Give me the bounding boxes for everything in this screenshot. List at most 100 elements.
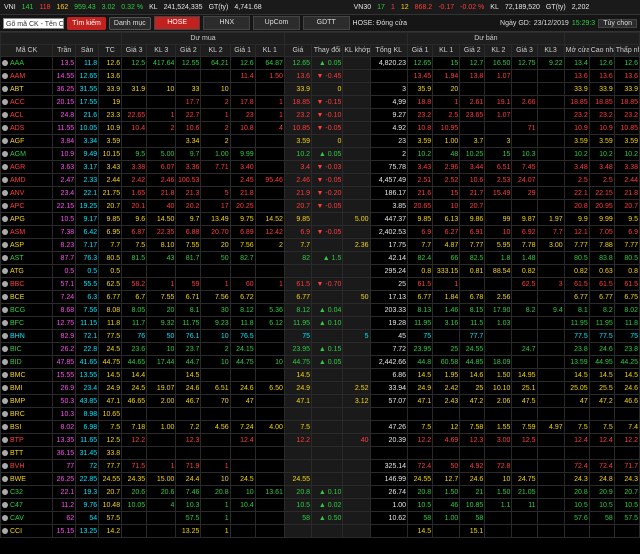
table-row[interactable]: BMC 15.55 13.55 14.5 14.4 14.5 14.5 6.86 14.5 1.9… — [0, 368, 640, 382]
search-input[interactable]: Gõ mã CK - Tên Cty... — [3, 17, 65, 29]
table-row[interactable]: ATG 0.5 0.5 0.5 295.24 0.8 333.15 0.81 88.54 0.82… — [0, 264, 640, 278]
watch-icon[interactable] — [2, 150, 8, 157]
table-row[interactable]: BMI 26.9 23.4 24.9 24.5 19.07 24.6 6.51 24.6 6.50… — [0, 381, 640, 395]
column-header[interactable]: Mã CK — [0, 44, 54, 57]
table-row[interactable]: ADS 11.55 10.05 10.9 10.4 2 10.6 2 10.8 4 10.85 ▼ -… — [0, 121, 640, 135]
watch-icon[interactable] — [2, 228, 8, 235]
watch-icon[interactable] — [2, 124, 8, 131]
table-row[interactable]: BIC 26.2 22.8 24.5 23.6 10 23.7 2 24.15 23.95 ▲ 0.… — [0, 342, 640, 356]
table-row[interactable]: AAM 14.55 12.65 13.6 11.4 1.50 13.6 ▼ -0.45 13.4… — [0, 69, 640, 83]
column-header[interactable]: KL 1 — [254, 44, 285, 57]
column-header[interactable]: Giá — [283, 44, 313, 57]
column-header[interactable]: Mở cửa — [563, 44, 590, 57]
column-header[interactable]: KL 2 — [484, 44, 513, 57]
column-header[interactable]: Giá 2 — [175, 44, 202, 57]
watch-icon[interactable] — [2, 397, 8, 404]
watch-icon[interactable] — [2, 501, 8, 508]
watch-icon[interactable] — [2, 254, 8, 261]
watch-icon[interactable] — [2, 488, 8, 495]
table-row[interactable]: BMP 50.3 43.85 47.1 46.65 2.00 46.7 70 47 47.1 3.1… — [0, 394, 640, 408]
table-row[interactable]: BTP 13.35 11.65 12.5 12.2 12.3 12.4 12.2 40 20.39… — [0, 433, 640, 447]
options-button[interactable]: Tùy chọn — [598, 18, 637, 28]
table-row[interactable]: AST 87.7 76.3 80.5 81.5 43 81.7 50 82.7 82 ▲ 1.5 42… — [0, 251, 640, 265]
column-header[interactable]: Thay đổi — [311, 44, 344, 57]
column-header[interactable]: Giá 3 — [511, 44, 538, 57]
column-header[interactable]: Trần — [52, 44, 77, 57]
watch-icon[interactable] — [2, 332, 8, 339]
watch-icon[interactable] — [2, 449, 8, 456]
table-row[interactable]: ACC 20.15 17.55 19 17.7 2 17.8 1 18.85 ▼ -0.15 4,9… — [0, 95, 640, 109]
column-header[interactable]: Sàn — [75, 44, 100, 57]
watch-icon[interactable] — [2, 215, 8, 222]
table-row[interactable]: BWE 26.25 22.85 24.55 24.35 15.00 24.4 10 24.5 24… — [0, 472, 640, 486]
table-row[interactable]: AGR 3.63 3.17 3.43 3.38 6.07 3.36 7.71 3.40 3.4 ▼ … — [0, 160, 640, 174]
column-header[interactable]: KL 3 — [146, 44, 177, 57]
table-row[interactable]: CCI 15.15 13.25 14.2 13.25 1 14.5 15.1 — [0, 524, 640, 538]
table-row[interactable]: C47 11.2 9.76 10.48 10.05 4 10.3 1 10.4 10.5 ▲ 0.0… — [0, 498, 640, 512]
watch-icon[interactable] — [2, 436, 8, 443]
table-row[interactable]: ASM 7.38 6.42 6.95 6.87 22.35 6.88 20.70 6.89 12.… — [0, 225, 640, 239]
table-row[interactable]: AGM 10.9 9.49 10.15 9.5 5.00 9.7 1.00 9.99 10.2 ▲ … — [0, 147, 640, 161]
table-row[interactable]: AAA 13.5 11.8 12.6 12.5 417.64 12.55 64.21 12.6 6… — [0, 56, 640, 70]
table-row[interactable]: BTT 36.15 31.45 33.8 — [0, 446, 640, 460]
watch-icon[interactable] — [2, 85, 8, 92]
watch-icon[interactable] — [2, 111, 8, 118]
column-header[interactable]: KL 2 — [200, 44, 231, 57]
table-row[interactable]: C32 22.1 19.3 20.7 20.6 20.6 7.46 20.8 10 13.61 20… — [0, 485, 640, 499]
watch-icon[interactable] — [2, 306, 8, 313]
watch-icon[interactable] — [2, 202, 8, 209]
table-row[interactable]: BSI 8.02 6.98 7.5 7.18 1.00 7.2 4.56 7.24 4.00 7.5… — [0, 420, 640, 434]
table-row[interactable]: ABT 36.25 31.55 33.9 31.9 10 33 10 33.9 0 3 35.9 20 3… — [0, 82, 640, 96]
table-row[interactable]: APC 22.15 19.25 20.7 20.1 40 20.2 17 20.25 20.7 ▼ … — [0, 199, 640, 213]
watch-icon[interactable] — [2, 163, 8, 170]
column-header[interactable]: Tổng KL — [369, 44, 409, 57]
column-header[interactable]: Giá 3 — [121, 44, 148, 57]
watch-icon[interactable] — [2, 423, 8, 430]
watch-icon[interactable] — [2, 189, 8, 196]
table-row[interactable]: ACL 24.8 21.6 23.3 22.65 1 22.7 1 23 1 23.2 ▼ -0.10… — [0, 108, 640, 122]
watch-icon[interactable] — [2, 514, 8, 521]
table-row[interactable]: BCE 7.24 6.3 6.77 6.7 7.55 6.71 7.56 6.72 6.77 50 1… — [0, 290, 640, 304]
watch-icon[interactable] — [2, 527, 8, 534]
table-row[interactable]: BCG 8.68 7.56 8.08 8.05 20 8.1 30 8.12 5.36 8.12 ▲ … — [0, 303, 640, 317]
tab-hose[interactable]: HOSE — [153, 16, 201, 30]
tab-upcom[interactable]: UpCom — [253, 16, 300, 30]
watch-icon[interactable] — [2, 98, 8, 105]
table-row[interactable]: BVH 77 72 77.7 71.5 1 71.9 1 325.14 72.4 50 4.92 72.… — [0, 459, 640, 473]
table-row[interactable]: BFC 12.75 11.15 11.8 11.7 9.32 11.75 9.23 11.8 6.… — [0, 316, 640, 330]
watch-icon[interactable] — [2, 345, 8, 352]
column-header[interactable]: Giá 2 — [459, 44, 486, 57]
watch-icon[interactable] — [2, 358, 8, 365]
watch-icon[interactable] — [2, 319, 8, 326]
table-row[interactable]: BHN 82.9 72.1 77.5 76 50 76.1 10 76.5 75 5 45 75 77.7… — [0, 329, 640, 343]
table-row[interactable]: ASP 8.23 7.17 7.7 7.5 8.10 7.55 20 7.56 2 7.7 2.36 1… — [0, 238, 640, 252]
column-header[interactable]: Thấp nhất — [613, 44, 640, 57]
search-button[interactable]: Tìm kiếm — [67, 16, 106, 30]
watch-icon[interactable] — [2, 241, 8, 248]
watch-icon[interactable] — [2, 72, 8, 79]
watch-icon[interactable] — [2, 280, 8, 287]
watch-icon[interactable] — [2, 475, 8, 482]
table-row[interactable]: AMD 2.47 2.33 2.44 2.42 2.46 100.53 2.45 95.46 2.… — [0, 173, 640, 187]
watch-icon[interactable] — [2, 59, 8, 66]
watch-icon[interactable] — [2, 384, 8, 391]
watchlist-button[interactable]: Danh mục — [108, 16, 151, 30]
watch-icon[interactable] — [2, 371, 8, 378]
table-row[interactable]: BBC 57.1 55.5 62.5 58.2 1 59 1 60 1 61.5 ▼ -0.70 25 6… — [0, 277, 640, 291]
column-header[interactable]: Giá 1 — [229, 44, 256, 57]
column-header[interactable]: KL khớp — [342, 44, 371, 57]
column-header[interactable]: TC — [98, 44, 123, 57]
column-header[interactable]: Cao nhất — [588, 44, 615, 57]
tab-gdtt[interactable]: GDTT — [302, 16, 350, 30]
table-row[interactable]: ANV 23.4 22.1 21.75 1.65 21.8 21.3 5 21.8 21.9 ▼ -… — [0, 186, 640, 200]
watch-icon[interactable] — [2, 176, 8, 183]
table-row[interactable]: BID 47.85 41.65 44.75 44.65 17.44 44.7 10 44.75 1… — [0, 355, 640, 369]
column-header[interactable]: Giá 1 — [407, 44, 434, 57]
table-row[interactable]: BRC 10.3 8.98 10.65 — [0, 407, 640, 421]
tab-hnx[interactable]: HNX — [203, 16, 251, 30]
column-header[interactable]: KL3 — [536, 44, 565, 57]
column-header[interactable]: KL 1 — [432, 44, 461, 57]
watch-icon[interactable] — [2, 293, 8, 300]
table-row[interactable]: CAV 62 54 57.5 57.5 1 58 ▲ 0.50 10.62 58 1.00 58 57.… — [0, 511, 640, 525]
watch-icon[interactable] — [2, 267, 8, 274]
